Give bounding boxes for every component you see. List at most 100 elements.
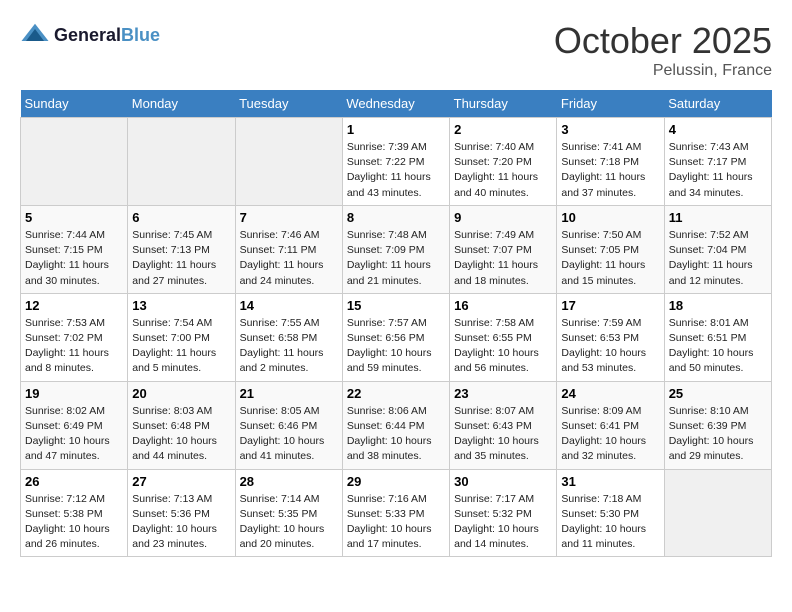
- day-info: Sunrise: 7:17 AM Sunset: 5:32 PM Dayligh…: [454, 492, 552, 553]
- day-info: Sunrise: 7:14 AM Sunset: 5:35 PM Dayligh…: [240, 492, 338, 553]
- day-number: 14: [240, 298, 338, 313]
- calendar-header: SundayMondayTuesdayWednesdayThursdayFrid…: [21, 90, 772, 118]
- day-number: 18: [669, 298, 767, 313]
- title-block: October 2025 Pelussin, France: [554, 20, 772, 80]
- weekday-header: Thursday: [450, 90, 557, 118]
- day-info: Sunrise: 7:50 AM Sunset: 7:05 PM Dayligh…: [561, 228, 659, 289]
- day-info: Sunrise: 8:05 AM Sunset: 6:46 PM Dayligh…: [240, 404, 338, 465]
- day-info: Sunrise: 7:52 AM Sunset: 7:04 PM Dayligh…: [669, 228, 767, 289]
- calendar-body: 1Sunrise: 7:39 AM Sunset: 7:22 PM Daylig…: [21, 118, 772, 557]
- calendar-cell: 29 Sunrise: 7:16 AM Sunset: 5:33 PM Dayli…: [342, 469, 449, 557]
- calendar-cell: [128, 118, 235, 206]
- calendar-cell: 1Sunrise: 7:39 AM Sunset: 7:22 PM Daylig…: [342, 118, 449, 206]
- day-info: Sunrise: 7:43 AM Sunset: 7:17 PM Dayligh…: [669, 140, 767, 201]
- day-number: 1: [347, 122, 445, 137]
- calendar-cell: 28 Sunrise: 7:14 AM Sunset: 5:35 PM Dayli…: [235, 469, 342, 557]
- day-info: Sunrise: 8:02 AM Sunset: 6:49 PM Dayligh…: [25, 404, 123, 465]
- page-header: GeneralBlue October 2025 Pelussin, Franc…: [20, 20, 772, 80]
- day-info: Sunrise: 7:13 AM Sunset: 5:36 PM Dayligh…: [132, 492, 230, 553]
- day-number: 29: [347, 474, 445, 489]
- day-number: 25: [669, 386, 767, 401]
- day-number: 24: [561, 386, 659, 401]
- day-info: Sunrise: 7:41 AM Sunset: 7:18 PM Dayligh…: [561, 140, 659, 201]
- day-info: Sunrise: 8:03 AM Sunset: 6:48 PM Dayligh…: [132, 404, 230, 465]
- day-number: 13: [132, 298, 230, 313]
- calendar-cell: 10 Sunrise: 7:50 AM Sunset: 7:05 PM Dayli…: [557, 205, 664, 293]
- day-info: Sunrise: 7:55 AM Sunset: 6:58 PM Dayligh…: [240, 316, 338, 377]
- calendar-cell: 18 Sunrise: 8:01 AM Sunset: 6:51 PM Dayli…: [664, 293, 771, 381]
- month-title: October 2025: [554, 20, 772, 62]
- day-info: Sunrise: 7:45 AM Sunset: 7:13 PM Dayligh…: [132, 228, 230, 289]
- calendar-cell: 11 Sunrise: 7:52 AM Sunset: 7:04 PM Dayli…: [664, 205, 771, 293]
- day-info: Sunrise: 8:01 AM Sunset: 6:51 PM Dayligh…: [669, 316, 767, 377]
- calendar-cell: 24 Sunrise: 8:09 AM Sunset: 6:41 PM Dayli…: [557, 381, 664, 469]
- location: Pelussin, France: [554, 62, 772, 80]
- calendar-cell: 23 Sunrise: 8:07 AM Sunset: 6:43 PM Dayli…: [450, 381, 557, 469]
- day-info: Sunrise: 7:44 AM Sunset: 7:15 PM Dayligh…: [25, 228, 123, 289]
- day-info: Sunrise: 8:06 AM Sunset: 6:44 PM Dayligh…: [347, 404, 445, 465]
- day-info: Sunrise: 7:40 AM Sunset: 7:20 PM Dayligh…: [454, 140, 552, 201]
- calendar-cell: 22 Sunrise: 8:06 AM Sunset: 6:44 PM Dayli…: [342, 381, 449, 469]
- logo-icon: [20, 20, 50, 50]
- calendar-cell: 25 Sunrise: 8:10 AM Sunset: 6:39 PM Dayli…: [664, 381, 771, 469]
- calendar-cell: [664, 469, 771, 557]
- calendar-cell: 27 Sunrise: 7:13 AM Sunset: 5:36 PM Dayli…: [128, 469, 235, 557]
- day-info: Sunrise: 7:48 AM Sunset: 7:09 PM Dayligh…: [347, 228, 445, 289]
- day-number: 11: [669, 210, 767, 225]
- calendar-cell: 30Sunrise: 7:17 AM Sunset: 5:32 PM Dayli…: [450, 469, 557, 557]
- day-number: 21: [240, 386, 338, 401]
- day-number: 23: [454, 386, 552, 401]
- calendar-cell: 12 Sunrise: 7:53 AM Sunset: 7:02 PM Dayli…: [21, 293, 128, 381]
- day-number: 7: [240, 210, 338, 225]
- day-number: 26: [25, 474, 123, 489]
- day-info: Sunrise: 7:46 AM Sunset: 7:11 PM Dayligh…: [240, 228, 338, 289]
- day-number: 10: [561, 210, 659, 225]
- calendar-cell: 19 Sunrise: 8:02 AM Sunset: 6:49 PM Dayli…: [21, 381, 128, 469]
- day-info: Sunrise: 7:54 AM Sunset: 7:00 PM Dayligh…: [132, 316, 230, 377]
- day-number: 6: [132, 210, 230, 225]
- day-number: 17: [561, 298, 659, 313]
- day-info: Sunrise: 8:07 AM Sunset: 6:43 PM Dayligh…: [454, 404, 552, 465]
- day-number: 31: [561, 474, 659, 489]
- calendar-cell: 21 Sunrise: 8:05 AM Sunset: 6:46 PM Dayli…: [235, 381, 342, 469]
- day-number: 12: [25, 298, 123, 313]
- calendar-cell: 8 Sunrise: 7:48 AM Sunset: 7:09 PM Daylig…: [342, 205, 449, 293]
- day-info: Sunrise: 7:18 AM Sunset: 5:30 PM Dayligh…: [561, 492, 659, 553]
- day-number: 19: [25, 386, 123, 401]
- day-number: 28: [240, 474, 338, 489]
- calendar-cell: 2 Sunrise: 7:40 AM Sunset: 7:20 PM Daylig…: [450, 118, 557, 206]
- calendar-cell: 5 Sunrise: 7:44 AM Sunset: 7:15 PM Daylig…: [21, 205, 128, 293]
- day-info: Sunrise: 8:10 AM Sunset: 6:39 PM Dayligh…: [669, 404, 767, 465]
- day-info: Sunrise: 7:57 AM Sunset: 6:56 PM Dayligh…: [347, 316, 445, 377]
- calendar-cell: 7 Sunrise: 7:46 AM Sunset: 7:11 PM Daylig…: [235, 205, 342, 293]
- day-number: 2: [454, 122, 552, 137]
- calendar-cell: 9Sunrise: 7:49 AM Sunset: 7:07 PM Daylig…: [450, 205, 557, 293]
- day-info: Sunrise: 7:58 AM Sunset: 6:55 PM Dayligh…: [454, 316, 552, 377]
- day-number: 27: [132, 474, 230, 489]
- day-info: Sunrise: 7:53 AM Sunset: 7:02 PM Dayligh…: [25, 316, 123, 377]
- day-number: 5: [25, 210, 123, 225]
- weekday-header: Friday: [557, 90, 664, 118]
- day-info: Sunrise: 8:09 AM Sunset: 6:41 PM Dayligh…: [561, 404, 659, 465]
- day-number: 3: [561, 122, 659, 137]
- calendar-cell: 3 Sunrise: 7:41 AM Sunset: 7:18 PM Daylig…: [557, 118, 664, 206]
- day-number: 16: [454, 298, 552, 313]
- calendar-cell: 31 Sunrise: 7:18 AM Sunset: 5:30 PM Dayli…: [557, 469, 664, 557]
- calendar-cell: 6 Sunrise: 7:45 AM Sunset: 7:13 PM Daylig…: [128, 205, 235, 293]
- logo-text: GeneralBlue: [54, 25, 160, 46]
- calendar-cell: 4Sunrise: 7:43 AM Sunset: 7:17 PM Daylig…: [664, 118, 771, 206]
- weekday-header: Wednesday: [342, 90, 449, 118]
- day-number: 22: [347, 386, 445, 401]
- weekday-header: Tuesday: [235, 90, 342, 118]
- day-number: 9: [454, 210, 552, 225]
- logo: GeneralBlue: [20, 20, 160, 50]
- day-number: 20: [132, 386, 230, 401]
- day-number: 15: [347, 298, 445, 313]
- calendar-cell: [235, 118, 342, 206]
- day-info: Sunrise: 7:59 AM Sunset: 6:53 PM Dayligh…: [561, 316, 659, 377]
- calendar-cell: 26Sunrise: 7:12 AM Sunset: 5:38 PM Dayli…: [21, 469, 128, 557]
- day-info: Sunrise: 7:16 AM Sunset: 5:33 PM Dayligh…: [347, 492, 445, 553]
- calendar-cell: 14 Sunrise: 7:55 AM Sunset: 6:58 PM Dayli…: [235, 293, 342, 381]
- day-number: 8: [347, 210, 445, 225]
- calendar-cell: 13 Sunrise: 7:54 AM Sunset: 7:00 PM Dayli…: [128, 293, 235, 381]
